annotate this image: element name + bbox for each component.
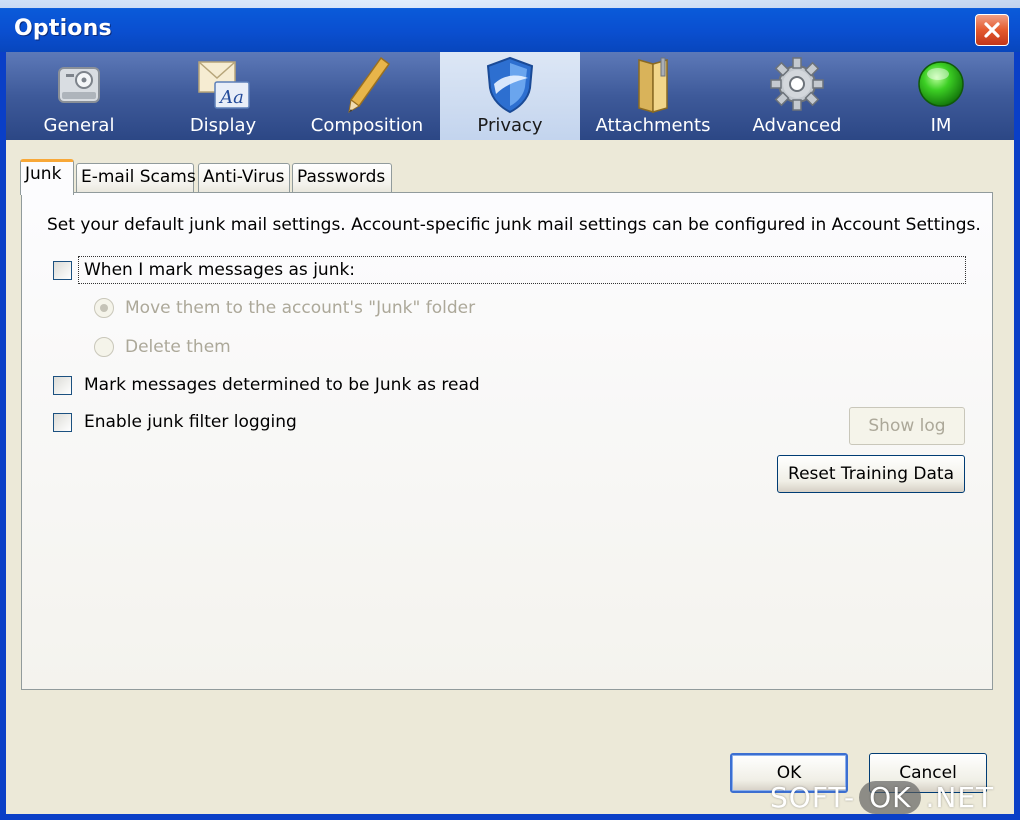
background-window-strip <box>0 0 1020 8</box>
move-to-junk-radio[interactable] <box>94 298 114 318</box>
toolbar-item-privacy[interactable]: Privacy <box>440 52 580 140</box>
tab-email-scams[interactable]: E-mail Scams <box>76 163 196 193</box>
logging-row[interactable]: Enable junk filter logging <box>53 412 297 432</box>
watermark-part3: .NET <box>925 780 995 814</box>
mark-as-junk-checkbox[interactable] <box>53 260 72 280</box>
pencil-icon <box>348 56 391 113</box>
title-bar[interactable]: Options <box>0 0 1020 52</box>
toolbar-label-im: IM <box>930 115 952 136</box>
focus-rectangle <box>78 256 966 284</box>
tab-anti-virus[interactable]: Anti-Virus <box>198 163 290 193</box>
reset-training-data-button[interactable]: Reset Training Data <box>777 455 965 493</box>
tab-junk[interactable]: Junk <box>20 159 74 195</box>
display-icon: Aa <box>198 61 250 109</box>
watermark-part2: OK <box>859 780 922 814</box>
radio-selected-dot <box>100 304 108 312</box>
toolbar-label-attachments: Attachments <box>595 115 711 136</box>
window-bottom-border <box>0 814 1020 820</box>
show-log-button[interactable]: Show log <box>849 407 965 445</box>
toolbar-label-display: Display <box>189 115 257 136</box>
svg-text:Aa: Aa <box>218 87 244 108</box>
mark-read-row[interactable]: Mark messages determined to be Junk as r… <box>53 375 480 395</box>
toolbar-item-im[interactable]: IM <box>872 52 1010 140</box>
category-toolbar: General Aa Display Composition Privacy A… <box>6 52 1014 140</box>
move-to-junk-option[interactable]: Move them to the account's "Junk" folder <box>94 298 475 318</box>
delete-them-label: Delete them <box>125 337 231 357</box>
status-dot-icon <box>918 61 964 107</box>
toolbar-item-general[interactable]: General <box>10 52 148 140</box>
logging-checkbox[interactable] <box>53 412 72 432</box>
general-icon <box>58 67 100 103</box>
close-icon <box>984 22 1000 38</box>
toolbar-label-advanced: Advanced <box>752 115 842 136</box>
mark-read-checkbox[interactable] <box>53 375 72 395</box>
mark-read-label: Mark messages determined to be Junk as r… <box>84 375 480 395</box>
junk-description: Set your default junk mail settings. Acc… <box>47 215 981 235</box>
watermark-part1: SOFT- <box>770 780 856 814</box>
toolbar-item-attachments[interactable]: Attachments <box>584 52 722 140</box>
folder-icon <box>638 57 668 113</box>
delete-them-option[interactable]: Delete them <box>94 337 231 357</box>
window-title: Options <box>14 16 112 41</box>
toolbar-item-advanced[interactable]: Advanced <box>728 52 866 140</box>
watermark: SOFT- OK .NET <box>770 778 994 816</box>
toolbar-item-composition[interactable]: Composition <box>298 52 436 140</box>
logging-label: Enable junk filter logging <box>84 412 297 432</box>
dialog-content: General Aa Display Composition Privacy A… <box>6 52 1014 814</box>
delete-them-radio[interactable] <box>94 337 114 357</box>
move-to-junk-label: Move them to the account's "Junk" folder <box>125 298 476 318</box>
toolbar-label-composition: Composition <box>310 115 424 136</box>
toolbar-item-display[interactable]: Aa Display <box>154 52 292 140</box>
shield-icon <box>486 56 534 114</box>
gear-icon <box>770 57 824 111</box>
close-button[interactable] <box>975 14 1009 46</box>
tab-passwords[interactable]: Passwords <box>292 163 392 193</box>
toolbar-label-general: General <box>43 115 115 136</box>
options-window: Options General Aa Display Composition P… <box>0 0 1020 820</box>
toolbar-label-privacy: Privacy <box>477 115 543 136</box>
